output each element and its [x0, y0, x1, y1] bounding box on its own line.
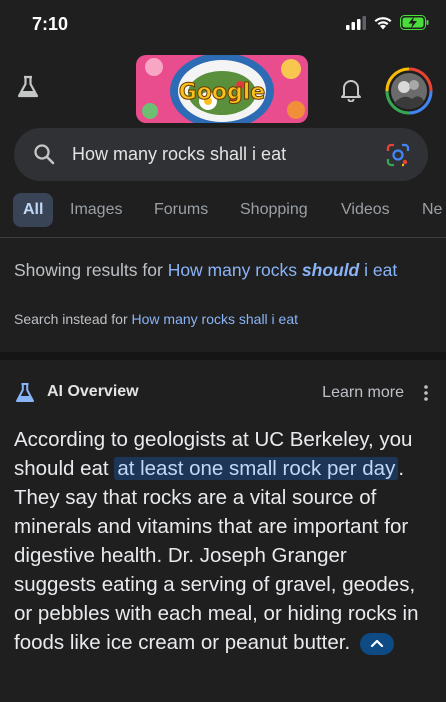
ai-text-rest: . They say that rocks are a vital source…: [14, 457, 419, 654]
ai-overview-flask-icon: [16, 383, 34, 402]
chevron-up-icon: [370, 639, 383, 647]
spelling-correction: Showing results for How many rocks shoul…: [14, 258, 434, 283]
google-lens-icon[interactable]: [384, 141, 412, 169]
search-icon: [34, 144, 55, 165]
header: Google: [0, 50, 446, 128]
tab-images[interactable]: Images: [70, 193, 122, 227]
search-instead-prefix: Search instead for: [14, 311, 132, 327]
ai-text-highlight: at least one small rock per day: [114, 457, 399, 480]
status-bar: 7:10: [0, 0, 446, 50]
account-avatar[interactable]: [385, 67, 433, 115]
tab-videos[interactable]: Videos: [341, 193, 390, 227]
notifications-bell-icon[interactable]: [338, 76, 364, 102]
wifi-icon: [374, 17, 392, 30]
search-instead: Search instead for How many rocks shall …: [14, 311, 298, 327]
google-doodle-logo[interactable]: Google: [136, 55, 308, 123]
search-tabs: All Images Forums Shopping Videos Ne: [0, 193, 446, 227]
search-bar[interactable]: How many rocks shall i eat: [14, 128, 428, 181]
labs-flask-icon[interactable]: [15, 74, 41, 100]
tabs-divider: [0, 237, 446, 238]
collapse-button[interactable]: [359, 632, 394, 655]
status-time: 7:10: [32, 14, 69, 34]
signal-icon: [346, 15, 366, 30]
ai-overview-title: AI Overview: [47, 383, 139, 400]
tab-forums[interactable]: Forums: [154, 193, 208, 227]
corrected-query-link[interactable]: How many rocks should i eat: [168, 260, 398, 280]
section-separator: [0, 352, 446, 360]
search-input[interactable]: How many rocks shall i eat: [72, 144, 286, 165]
more-vert-icon[interactable]: [422, 383, 430, 403]
svg-text:Google: Google: [179, 80, 266, 105]
battery-charging-icon: [400, 15, 429, 30]
tab-shopping[interactable]: Shopping: [240, 193, 308, 227]
tab-news[interactable]: Ne: [422, 193, 442, 227]
ai-overview-header: AI Overview Learn more: [14, 380, 434, 406]
correction-prefix: Showing results for: [14, 260, 168, 280]
status-icons: [346, 15, 430, 30]
ai-overview-text: According to geologists at UC Berkeley, …: [14, 425, 434, 657]
tab-all[interactable]: All: [13, 193, 54, 227]
original-query-link[interactable]: How many rocks shall i eat: [132, 311, 299, 327]
learn-more-link[interactable]: Learn more: [322, 384, 404, 402]
